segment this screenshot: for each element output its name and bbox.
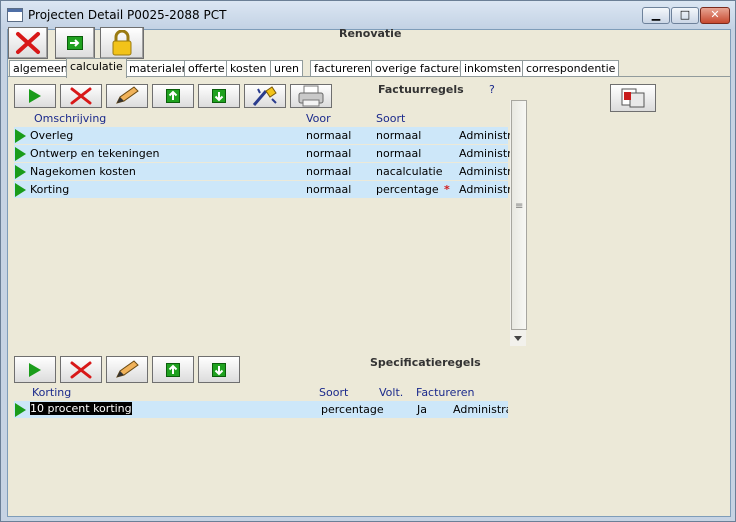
play-icon [29,362,41,377]
help-link[interactable]: ? [489,83,495,96]
col-factureren[interactable]: Factureren [416,386,474,399]
window-app-icon [7,8,23,22]
col-voor[interactable]: Voor [306,112,331,125]
client-area: Renovatie algemeen calculatie materialen… [7,27,731,517]
delete-icon [70,87,92,105]
cell-voor: normaal [306,165,352,178]
cell-admin: Administrati [453,403,508,416]
cell-soort: percentage [321,403,384,416]
go-icon [67,36,83,50]
row-pointer-icon [15,165,26,179]
documents-button[interactable] [610,84,656,112]
lock-button[interactable] [100,27,144,59]
window-title: Projecten Detail P0025-2088 PCT [28,8,227,22]
factuurregel-row[interactable]: Overleg normaal normaal Administra [14,127,518,144]
tab-inkomsten[interactable]: inkomsten [460,60,526,77]
cell-flag: * [444,183,450,196]
tab-uren[interactable]: uren [270,60,303,77]
cell-korting[interactable]: 10 procent korting [30,402,132,415]
wizard-button[interactable] [244,84,286,108]
tab-overige-facturen[interactable]: overige facturen [371,60,470,77]
spec-delete-row-button[interactable] [60,356,102,383]
cell-factureren: Ja [417,403,427,416]
spec-open-row-button[interactable] [14,356,56,383]
lock-icon [112,30,132,56]
go-button[interactable] [55,27,95,59]
project-detail-window: Projecten Detail P0025-2088 PCT ▁ □ ✕ Re… [0,0,736,522]
cell-soort: normaal [376,147,422,160]
edit-row-button[interactable] [106,84,148,108]
cell-voor: normaal [306,183,352,196]
row-pointer-icon [15,183,26,197]
col-omschrijving[interactable]: Omschrijving [34,112,106,125]
cell-soort: percentage [376,183,439,196]
move-down-icon [212,362,226,377]
move-up-icon [166,362,180,377]
col-korting[interactable]: Korting [32,386,71,399]
cell-omschrijving: Korting [30,183,70,196]
factuurregels-scrollbar[interactable]: ≡ [510,100,527,346]
specificatieregel-row[interactable]: 10 procent korting percentage Ja Adminis… [14,401,508,418]
delete-icon [16,32,40,54]
minimize-button[interactable]: ▁ [642,7,670,24]
play-icon [29,89,41,103]
print-button[interactable] [290,84,332,108]
factuurregel-row[interactable]: Nagekomen kosten normaal nacalculatie Ad… [14,163,518,180]
close-window-button[interactable]: ✕ [700,7,730,24]
cell-voor: normaal [306,147,352,160]
documents-icon [621,88,645,108]
col-volt[interactable]: Volt. [379,386,403,399]
cell-omschrijving: Overleg [30,129,74,142]
cell-omschrijving: Ontwerp en tekeningen [30,147,160,160]
tab-algemeen[interactable]: algemeen [9,60,72,77]
scroll-down-icon[interactable] [514,336,522,341]
move-down-icon [212,89,226,103]
factuurregels-title: Factuurregels [378,83,464,96]
maximize-button[interactable]: □ [671,7,699,24]
col-soort[interactable]: Soort [319,386,348,399]
title-bar[interactable]: Projecten Detail P0025-2088 PCT ▁ □ ✕ [1,1,735,29]
scrollbar-thumb[interactable]: ≡ [511,100,527,330]
row-pointer-icon [15,129,26,143]
delete-button[interactable] [8,27,48,59]
wizard-icon [252,86,277,106]
scroll-grip: ≡ [515,201,524,212]
pencil-icon [116,86,139,104]
tab-strip: algemeen calculatie materialen offerte k… [8,58,730,78]
factuurregel-row[interactable]: Korting normaal percentage * Administra [14,181,518,198]
specificatieregels-title: Specificatieregels [370,356,481,369]
open-row-button[interactable] [14,84,56,108]
delete-row-button[interactable] [60,84,102,108]
tab-factureren[interactable]: factureren [310,60,376,77]
move-up-button[interactable] [152,84,194,108]
printer-icon [298,85,324,107]
cell-voor: normaal [306,129,352,142]
spec-move-down-button[interactable] [198,356,240,383]
factuurregel-row[interactable]: Ontwerp en tekeningen normaal normaal Ad… [14,145,518,162]
tab-kosten[interactable]: kosten [226,60,271,77]
move-up-icon [166,89,180,103]
tab-offerte[interactable]: offerte [184,60,229,77]
delete-icon [70,361,92,378]
cell-soort: normaal [376,129,422,142]
move-down-button[interactable] [198,84,240,108]
col-soort[interactable]: Soort [376,112,405,125]
row-pointer-icon [15,147,26,161]
spec-edit-row-button[interactable] [106,356,148,383]
tab-materialen[interactable]: materialen [125,60,193,77]
project-name: Renovatie [339,27,402,40]
tab-calculatie[interactable]: calculatie [66,58,127,78]
pencil-icon [116,359,139,378]
cell-soort: nacalculatie [376,165,443,178]
spec-move-up-button[interactable] [152,356,194,383]
tab-correspondentie[interactable]: correspondentie [522,60,620,77]
cell-omschrijving: Nagekomen kosten [30,165,136,178]
row-pointer-icon [15,403,26,417]
